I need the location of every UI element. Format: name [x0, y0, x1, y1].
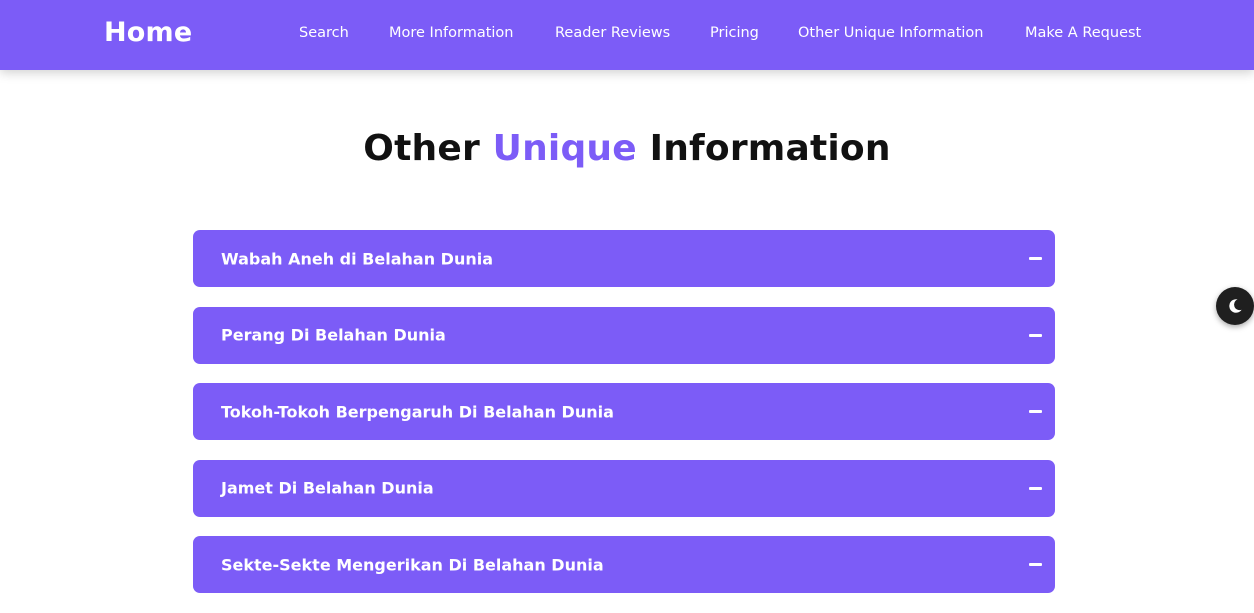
moon-icon: [1229, 299, 1242, 313]
accordion-item-label: Perang Di Belahan Dunia: [221, 325, 446, 345]
accordion: Wabah Aneh di Belahan Dunia Perang Di Be…: [193, 230, 1055, 613]
accordion-item-perang[interactable]: Perang Di Belahan Dunia: [193, 306, 1055, 364]
accordion-item-label: Sekte-Sekte Mengerikan Di Belahan Dunia: [221, 555, 604, 574]
nav-link-search[interactable]: Search: [299, 25, 349, 41]
minus-icon[interactable]: [1028, 558, 1042, 572]
accordion-item-jamet[interactable]: Jamet Di Belahan Dunia: [193, 459, 1055, 517]
section-title: Other Unique Information: [0, 128, 1254, 169]
minus-icon[interactable]: [1028, 252, 1042, 266]
minus-icon[interactable]: [1028, 328, 1042, 342]
nav-link-other-unique-information[interactable]: Other Unique Information: [798, 25, 983, 41]
nav-link-reader-reviews[interactable]: Reader Reviews: [555, 25, 670, 41]
nav-link-make-a-request[interactable]: Make A Request: [1025, 25, 1141, 41]
accordion-item-label: Tokoh-Tokoh Berpengaruh Di Belahan Dunia: [221, 402, 614, 421]
nav-link-more-information[interactable]: More Information: [389, 25, 514, 41]
section-title-part2: Information: [636, 128, 891, 169]
section-title-part1: Other: [363, 128, 493, 169]
section-title-accent: Unique: [492, 128, 637, 169]
nav-link-pricing[interactable]: Pricing: [710, 25, 759, 41]
dark-mode-toggle-button[interactable]: [1216, 287, 1254, 325]
accordion-item-label: Wabah Aneh di Belahan Dunia: [221, 249, 493, 268]
brand-home-link[interactable]: Home: [104, 17, 192, 48]
accordion-item-tokoh[interactable]: Tokoh-Tokoh Berpengaruh Di Belahan Dunia: [193, 383, 1055, 440]
accordion-item-wabah[interactable]: Wabah Aneh di Belahan Dunia: [193, 230, 1055, 287]
accordion-item-sekte[interactable]: Sekte-Sekte Mengerikan Di Belahan Dunia: [193, 536, 1055, 593]
navbar: Home Search More Information Reader Revi…: [0, 0, 1254, 70]
accordion-item-label: Jamet Di Belahan Dunia: [221, 478, 434, 498]
minus-icon[interactable]: [1028, 481, 1042, 495]
minus-icon[interactable]: [1028, 405, 1042, 419]
